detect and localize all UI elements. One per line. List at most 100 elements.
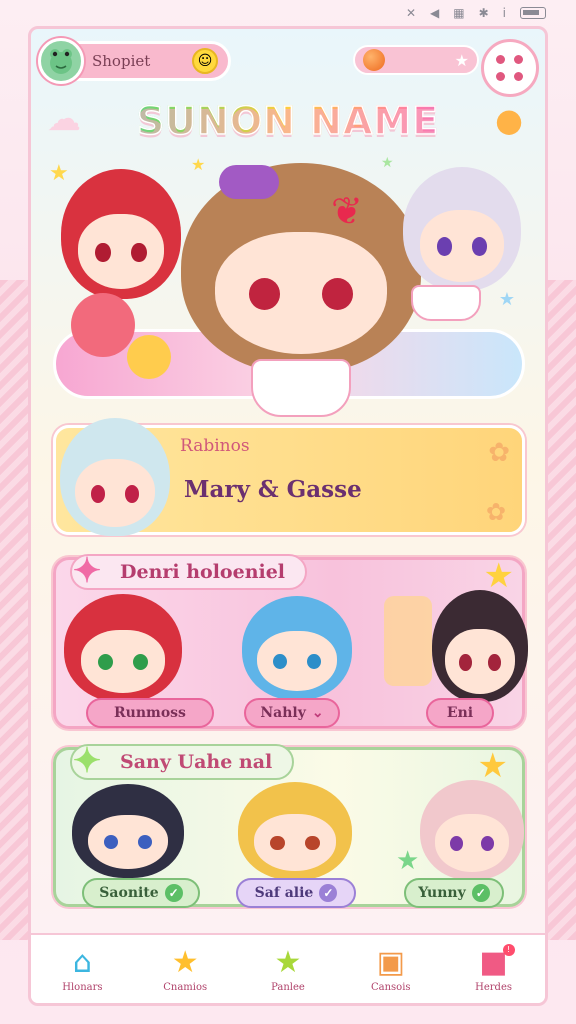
- featured-card[interactable]: Rabinos Mary & Gasse ✿ ✿: [53, 418, 525, 536]
- player-profile[interactable]: Shopiet ☺: [38, 38, 231, 84]
- game-title: SUNON NAME: [31, 98, 545, 144]
- character-main-brunette[interactable]: [181, 163, 421, 373]
- star-icon: ★: [49, 161, 69, 186]
- character-face: [434, 813, 510, 872]
- character-chip[interactable]: Saf alie ✓: [236, 878, 356, 908]
- character-face: [214, 232, 388, 354]
- currency-bar[interactable]: ★: [353, 45, 479, 75]
- signal-icon: ✕: [405, 6, 417, 20]
- red-bow-icon: ❦: [331, 189, 363, 233]
- character-face: [257, 630, 337, 692]
- cat-paw-icon: ✿: [485, 498, 506, 526]
- pet-yellow-chick[interactable]: [127, 335, 171, 379]
- cards-decoration: [384, 596, 432, 686]
- frog-avatar-icon: [50, 49, 72, 74]
- charging-icon: ⅰ: [502, 6, 506, 20]
- star-icon: ★: [171, 944, 199, 980]
- character-face: [77, 214, 165, 290]
- check-icon: ✓: [319, 884, 338, 902]
- avatar[interactable]: [38, 38, 84, 84]
- character-face: [253, 814, 337, 871]
- character-dress: [411, 285, 481, 321]
- notification-badge: !: [502, 943, 515, 956]
- character-red-hair[interactable]: [64, 594, 182, 702]
- character-chip[interactable]: Saonite ✓: [82, 878, 200, 908]
- character-face: [80, 629, 166, 693]
- top-bar: Shopiet ☺ ★: [37, 35, 539, 97]
- character-face: [87, 814, 169, 870]
- left-stripe-decoration: [0, 280, 28, 940]
- character-silver-hair[interactable]: [403, 167, 521, 291]
- orange-orb-icon: [363, 49, 385, 71]
- shop-icon: ▣: [376, 944, 405, 980]
- home-icon: ⌂: [72, 944, 92, 980]
- cloud-pet-icon: ☁: [47, 99, 81, 139]
- chip-label: Eni: [446, 705, 474, 721]
- character-pink-hair[interactable]: [420, 780, 524, 880]
- menu-button[interactable]: [481, 39, 539, 97]
- dot-icon: [496, 72, 505, 81]
- green-star-icon: ★: [274, 944, 302, 980]
- nav-label: Cnamios: [163, 981, 208, 993]
- dot-icon: [514, 72, 523, 81]
- character-chip[interactable]: Nahly ⌄: [244, 698, 340, 728]
- character-chip[interactable]: Runmoss: [86, 698, 214, 728]
- group-header: ✦ Sany Uahe nal: [70, 741, 295, 781]
- dot-icon: [514, 55, 523, 64]
- nav-label: Herdes: [475, 981, 513, 993]
- character-dress: [251, 359, 351, 417]
- network-icon: ✱: [478, 6, 489, 20]
- character-face: [445, 629, 515, 695]
- character-face: [75, 458, 155, 528]
- dot-icon: [496, 55, 505, 64]
- character-red-twintails[interactable]: [61, 169, 181, 299]
- bottom-navigation: ⌂ Hlonars ★ Cnamios ★ Panlee ▣ Cansois ■…: [31, 933, 545, 1003]
- character-navy-hair[interactable]: [72, 784, 184, 878]
- check-icon: ✓: [164, 884, 183, 902]
- status-bar: ✕ ◀ ▦ ✱ ⅰ: [0, 0, 576, 26]
- character-blue-hair[interactable]: [242, 596, 352, 700]
- character-blonde-hair[interactable]: [238, 782, 352, 880]
- cat-paw-icon: ✿: [488, 438, 510, 468]
- pink-star-badge-icon: ✦: [72, 551, 102, 591]
- star-icon: ★: [454, 50, 469, 70]
- nav-item-characters[interactable]: ★ Cnamios: [140, 944, 230, 993]
- wifi-icon: ▦: [453, 6, 465, 20]
- nav-item-panlee[interactable]: ★ Panlee: [243, 944, 333, 993]
- pet-pink-bear[interactable]: [71, 293, 135, 357]
- game-frame: Shopiet ☺ ★ SUNON NAME ☁ ● ★ ★ ★ ★ ❦ Rab…: [28, 26, 548, 1006]
- group-header: ✦ Denri holoeniel: [70, 551, 308, 591]
- battery-icon: [520, 7, 546, 19]
- nav-item-home[interactable]: ⌂ Hlonars: [37, 944, 127, 993]
- group-title: Denri holoeniel: [120, 561, 286, 583]
- chevron-down-icon: ⌄: [311, 705, 324, 721]
- star-icon: ★: [191, 155, 206, 174]
- volume-icon: ◀: [430, 6, 440, 20]
- chip-label: Saf alie: [254, 885, 314, 901]
- chip-label: Saonite: [99, 885, 159, 901]
- chip-label: Runmoss: [114, 705, 186, 721]
- green-star-icon: ★: [396, 846, 420, 876]
- nav-label: Panlee: [271, 981, 305, 993]
- nav-item-shop[interactable]: ▣ Cansois: [346, 944, 436, 993]
- group-title: Sany Uahe nal: [120, 751, 273, 773]
- cat-face-icon: ●: [495, 101, 523, 139]
- character-dark-hair[interactable]: [432, 590, 528, 702]
- character-face: [419, 209, 505, 282]
- featured-name: Mary & Gasse: [184, 476, 362, 503]
- character-chip[interactable]: Eni: [426, 698, 494, 728]
- nav-item-gifts[interactable]: ■ ! Herdes: [449, 943, 539, 993]
- chip-label: Nahly: [260, 705, 306, 721]
- player-name: Shopiet: [92, 52, 151, 70]
- character-chip[interactable]: Yunny ✓: [404, 878, 504, 908]
- right-stripe-decoration: [548, 280, 576, 940]
- featured-subtitle: Rabinos: [180, 436, 250, 456]
- character-group-card: ✦ Sany Uahe nal ★ ★ ★ Saonite ✓ Saf alie…: [53, 741, 525, 908]
- nav-label: Cansois: [371, 981, 411, 993]
- smile-coin-icon: ☺: [192, 48, 218, 74]
- nav-label: Hlonars: [62, 981, 103, 993]
- star-icon: ★: [498, 289, 515, 310]
- check-icon: ✓: [471, 884, 490, 902]
- green-star-badge-icon: ✦: [72, 741, 102, 781]
- chip-label: Yunny: [418, 885, 466, 901]
